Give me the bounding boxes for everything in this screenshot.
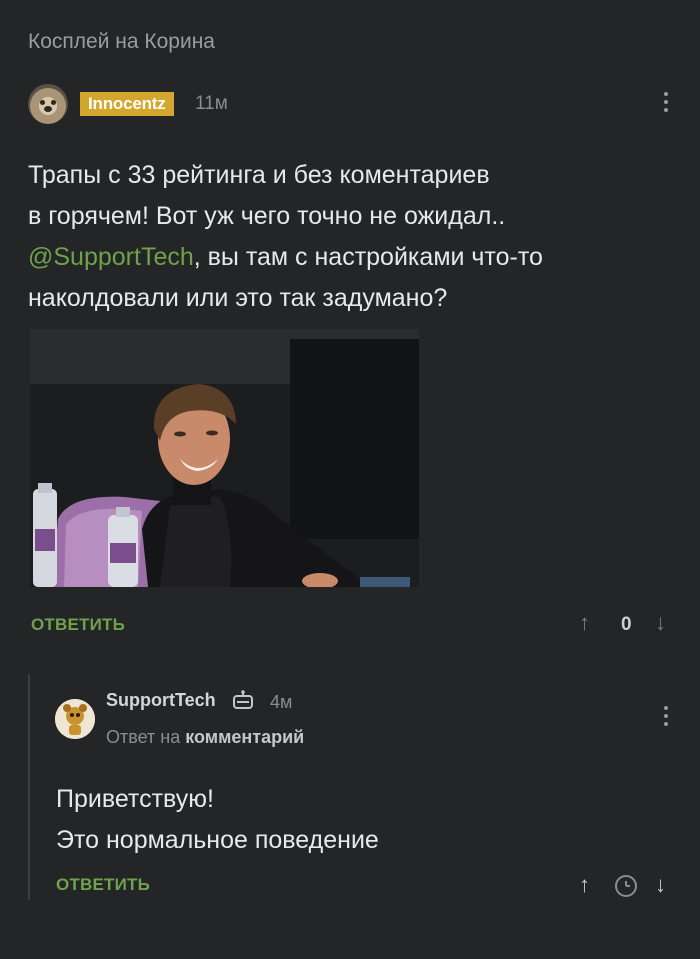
avatar[interactable] (28, 84, 68, 124)
bot-icon (232, 690, 254, 710)
comment-line: Приветствую! (56, 785, 214, 813)
comment-time: 4м (270, 692, 293, 712)
comment-line: Трапы с 33 рейтинга и без коментариев (28, 161, 490, 189)
comment-line: в горячем! Вот уж чего точно не ожидал.. (28, 202, 506, 230)
more-vertical-icon[interactable] (663, 706, 669, 726)
post-title[interactable]: Косплей на Корина (28, 30, 215, 54)
reply-button[interactable]: ОТВЕТИТЬ (56, 875, 150, 895)
arrow-up-icon[interactable]: ↑ (579, 610, 590, 636)
avatar[interactable] (55, 699, 95, 739)
username[interactable]: SupportTech (106, 690, 216, 711)
comment-text: Трапы с 33 рейтинга и без коментариев в … (28, 155, 678, 319)
arrow-up-icon[interactable]: ↑ (579, 872, 590, 898)
comment-text: Приветствую! Это нормальное поведение (56, 779, 379, 861)
more-vertical-icon[interactable] (663, 92, 669, 112)
comment-line: @SupportTech, вы там с настройками что-т… (28, 237, 678, 278)
arrow-down-icon[interactable]: ↓ (655, 872, 666, 898)
comment-line: наколдовали или это так задумано? (28, 284, 448, 312)
reply-button[interactable]: ОТВЕТИТЬ (31, 615, 125, 635)
comment-line-rest: , вы там с настройками что-то (193, 243, 543, 271)
comment-time: 11м (195, 93, 228, 114)
reply-to-link[interactable]: комментарий (185, 727, 304, 747)
comment-line: Это нормальное поведение (56, 826, 379, 854)
clock-icon (615, 875, 637, 897)
mention-link[interactable]: @SupportTech (28, 243, 194, 271)
arrow-down-icon[interactable]: ↓ (655, 610, 666, 636)
comment-score: 0 (621, 614, 632, 635)
username-badge[interactable]: Innocentz (80, 92, 174, 116)
comment-image[interactable] (30, 329, 419, 587)
reply-to-prefix: Ответ на (106, 727, 181, 747)
thread-line[interactable] (28, 674, 30, 900)
reply-to-info: Ответ на комментарий (106, 727, 304, 748)
